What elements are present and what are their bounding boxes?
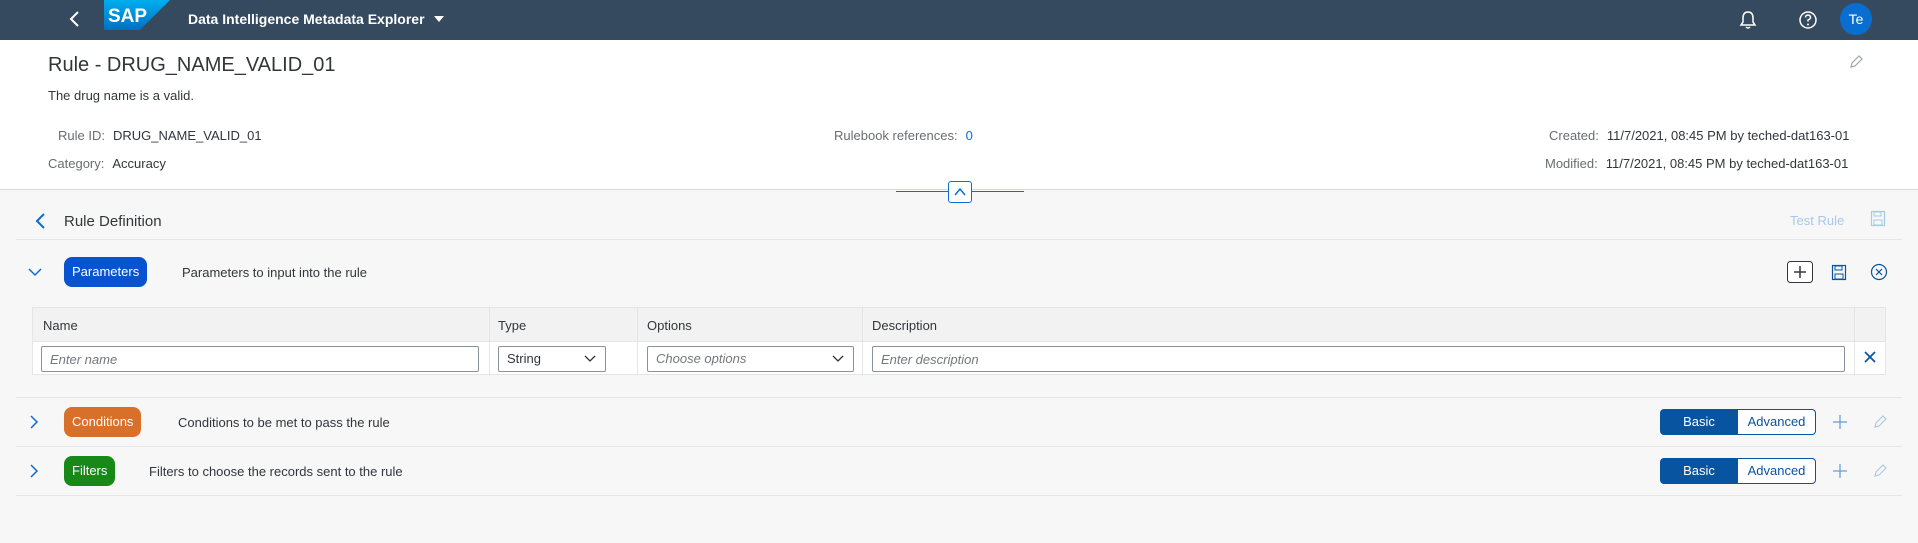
- svg-text:SAP: SAP: [108, 6, 147, 27]
- page-subtitle: The drug name is a valid.: [48, 88, 194, 103]
- save-icon[interactable]: [1870, 210, 1886, 228]
- options-select[interactable]: Choose options: [647, 346, 854, 372]
- parameters-desc: Parameters to input into the rule: [182, 265, 367, 280]
- rule-id-value: DRUG_NAME_VALID_01: [112, 128, 262, 143]
- sap-logo[interactable]: SAP: [104, 0, 170, 30]
- column-header-name[interactable]: Name: [43, 318, 78, 333]
- chevron-up-icon: [954, 187, 966, 196]
- collapse-line-left: [896, 191, 948, 192]
- filters-pill: Filters: [64, 456, 116, 486]
- filters-mode-toggle: Basic Advanced: [1660, 458, 1816, 484]
- chevron-down-icon: [584, 355, 596, 362]
- type-select[interactable]: String: [498, 346, 606, 372]
- modified-attr: Modified: 11/7/2021, 08:45 PM by teched-d…: [1545, 156, 1848, 171]
- edit-icon[interactable]: [1848, 54, 1864, 70]
- advanced-button[interactable]: Advanced: [1738, 458, 1816, 484]
- advanced-button[interactable]: Advanced: [1738, 409, 1816, 435]
- page-title: Rule - DRUG_NAME_VALID_01: [48, 54, 336, 76]
- name-input[interactable]: [41, 346, 479, 372]
- delete-row-icon[interactable]: [1863, 350, 1877, 364]
- modified-label: Modified:: [1545, 156, 1598, 171]
- chevron-down-icon: [832, 355, 844, 362]
- category-attr: Category: Accuracy: [48, 156, 166, 171]
- filters-section: Filters Filters to choose the records se…: [16, 447, 1902, 496]
- column-divider: [862, 308, 863, 376]
- created-value: 11/7/2021, 08:45 PM by teched-dat163-01: [1606, 128, 1850, 143]
- object-header: Rule - DRUG_NAME_VALID_01 The drug name …: [0, 40, 1918, 190]
- save-icon[interactable]: [1831, 264, 1847, 282]
- type-select-value: String: [507, 351, 541, 366]
- basic-button[interactable]: Basic: [1660, 458, 1738, 484]
- rulebook-attr: Rulebook references: 0: [834, 128, 973, 143]
- cancel-icon[interactable]: [1870, 263, 1888, 281]
- chevron-right-icon[interactable]: [26, 414, 42, 430]
- created-attr: Created: 11/7/2021, 08:45 PM by teched-da…: [1549, 128, 1849, 143]
- column-header-type[interactable]: Type: [498, 318, 526, 333]
- collapse-line-right: [972, 191, 1024, 192]
- rule-id-attr: Rule ID: DRUG_NAME_VALID_01: [58, 128, 262, 143]
- column-header-description[interactable]: Description: [872, 318, 937, 333]
- add-icon[interactable]: [1832, 414, 1848, 430]
- column-header-options[interactable]: Options: [647, 318, 692, 333]
- conditions-mode-toggle: Basic Advanced: [1660, 409, 1816, 435]
- edit-icon[interactable]: [1872, 463, 1888, 479]
- add-icon[interactable]: [1787, 261, 1813, 283]
- back-icon[interactable]: [32, 211, 50, 231]
- column-divider: [489, 308, 490, 376]
- edit-icon[interactable]: [1872, 414, 1888, 430]
- user-avatar[interactable]: Te: [1840, 3, 1872, 35]
- rule-id-label: Rule ID:: [58, 128, 105, 143]
- chevron-down-icon[interactable]: [26, 265, 44, 279]
- chevron-right-icon[interactable]: [26, 463, 42, 479]
- modified-value: 11/7/2021, 08:45 PM by teched-dat163-01: [1605, 156, 1849, 171]
- help-icon[interactable]: [1797, 9, 1819, 31]
- filters-desc: Filters to choose the records sent to th…: [149, 464, 403, 479]
- parameters-pill: Parameters: [64, 257, 148, 287]
- rulebook-count-link[interactable]: 0: [966, 128, 973, 143]
- column-divider: [637, 308, 638, 376]
- conditions-section: Conditions Conditions to be met to pass …: [16, 398, 1902, 447]
- conditions-pill: Conditions: [64, 407, 142, 437]
- rule-definition-label: Rule Definition: [64, 213, 162, 230]
- rulebook-label: Rulebook references:: [834, 128, 958, 143]
- parameters-table: Name Type Options Description String Cho…: [32, 307, 1886, 376]
- rule-definition-bar: Rule Definition Test Rule: [16, 201, 1902, 240]
- description-input[interactable]: [872, 346, 1845, 372]
- back-icon[interactable]: [64, 8, 86, 30]
- collapse-header-button[interactable]: [948, 181, 972, 203]
- category-value: Accuracy: [112, 156, 166, 171]
- created-label: Created:: [1549, 128, 1599, 143]
- basic-button[interactable]: Basic: [1660, 409, 1738, 435]
- category-label: Category:: [48, 156, 105, 171]
- conditions-desc: Conditions to be met to pass the rule: [178, 415, 390, 430]
- app-title[interactable]: Data Intelligence Metadata Explorer: [188, 11, 425, 27]
- table-header: [33, 308, 1885, 342]
- column-divider: [1854, 308, 1855, 376]
- add-icon[interactable]: [1832, 463, 1848, 479]
- shell-bar: SAP Data Intelligence Metadata Explorer …: [0, 0, 1918, 40]
- caret-down-icon[interactable]: [432, 12, 446, 26]
- bell-icon[interactable]: [1737, 9, 1759, 31]
- options-placeholder: Choose options: [656, 351, 747, 366]
- test-rule-button[interactable]: Test Rule: [1790, 213, 1844, 228]
